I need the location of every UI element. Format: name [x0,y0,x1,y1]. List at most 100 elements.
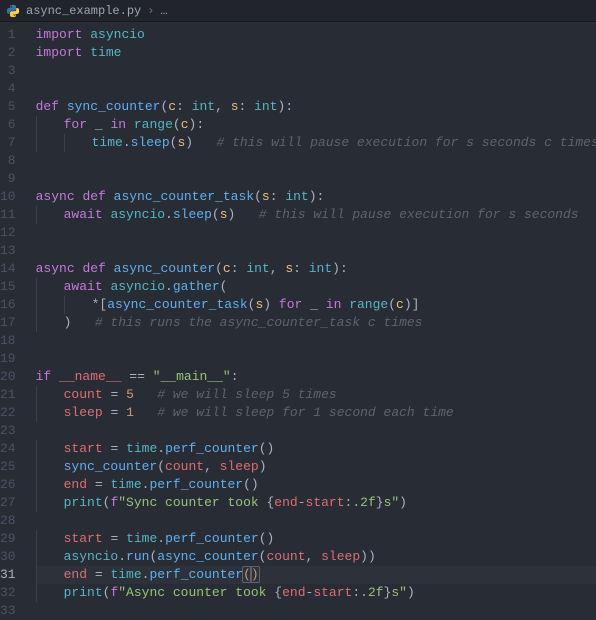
code-line[interactable]: await asyncio.sleep(s) # this will pause… [36,206,596,224]
code-line[interactable] [36,224,596,242]
token-re: __name__ [59,369,121,384]
code-line[interactable] [36,242,596,260]
code-line[interactable] [36,422,596,440]
token-op: . [123,135,131,150]
line-number: 7 [0,134,16,152]
breadcrumb[interactable]: async_example.py › … [0,0,596,22]
code-line[interactable]: count = 5 # we will sleep 5 times [36,386,596,404]
token-bt: print [64,495,103,510]
token-re: count [266,549,305,564]
code-line[interactable]: start = time.perf_counter() [36,440,596,458]
line-number: 14 [0,260,16,278]
code-line[interactable]: *[async_counter_task(s) for _ in range(c… [36,296,596,314]
token-py: 5 [126,387,134,402]
line-number: 21 [0,386,16,404]
code-line[interactable]: await asyncio.gather( [36,278,596,296]
token-op: : [293,261,309,276]
token-kw: def [36,99,59,114]
code-area[interactable]: import asyncioimport time def sync_counte… [26,22,596,614]
token-op: . [165,207,173,222]
token-op: = [95,477,103,492]
indent-guide [36,458,64,476]
token-wt [87,567,95,582]
token-op: ) [185,135,193,150]
token-fn: sleep [173,207,212,222]
token-kw: for [279,297,302,312]
code-line[interactable] [36,602,596,620]
token-op: } [376,495,384,510]
line-number: 17 [0,314,16,332]
code-line[interactable]: end = time.perf_counter() [36,476,596,494]
code-line[interactable]: sync_counter(count, sleep) [36,458,596,476]
line-number: 20 [0,368,16,386]
token-kw: async [36,189,75,204]
code-line[interactable]: if __name__ == "__main__": [36,368,596,386]
token-re: sleep [321,549,360,564]
token-op: ) [368,549,376,564]
chevron-right-icon: › [147,2,154,20]
code-line[interactable]: import time [36,44,596,62]
line-number: 29 [0,530,16,548]
token-wt [118,531,126,546]
token-re: end [64,567,87,582]
token-wt [302,297,310,312]
token-bt: asyncio [90,27,145,42]
code-line[interactable]: import asyncio [36,26,596,44]
code-line[interactable] [36,170,596,188]
code-line[interactable]: async def async_counter(c: int, s: int): [36,260,596,278]
token-op: : [239,99,255,114]
code-line[interactable]: asyncio.run(async_counter(count, sleep)) [36,548,596,566]
code-line[interactable]: async def async_counter_task(s: int): [36,188,596,206]
line-number: 8 [0,152,16,170]
code-line[interactable] [36,80,596,98]
token-op: ( [212,207,220,222]
indent-guide [36,584,64,602]
indent-guide [64,296,92,314]
indent-guide [64,134,92,152]
token-bt: time [90,45,121,60]
token-op: ) [267,441,275,456]
code-line[interactable]: start = time.perf_counter() [36,530,596,548]
code-line[interactable]: print(f"Sync counter took {end-start:.2f… [36,494,596,512]
token-wt [118,405,126,420]
code-line[interactable] [36,152,596,170]
token-op: . [157,531,165,546]
code-line[interactable]: sleep = 1 # we will sleep for 1 second e… [36,404,596,422]
token-cm: # we will sleep for 1 second each time [157,405,453,420]
token-bt: asyncio [64,549,119,564]
code-line[interactable]: def sync_counter(c: int, s: int): [36,98,596,116]
code-line[interactable]: time.sleep(s) # this will pause executio… [36,134,596,152]
token-op: ( [215,261,223,276]
token-wt [318,297,326,312]
token-fn: perf_counter [165,441,259,456]
token-op: ) [399,495,407,510]
editor[interactable]: 1234567891011121314151617181920212223242… [0,22,596,614]
token-fn: sync_counter [64,459,158,474]
code-line[interactable]: for _ in range(c): [36,116,596,134]
line-number: 28 [0,512,16,530]
breadcrumb-filename[interactable]: async_example.py [26,2,141,20]
code-line[interactable] [36,332,596,350]
code-line[interactable]: end = time.perf_counter() [36,566,596,584]
token-op: , [306,549,322,564]
token-wt [134,405,157,420]
code-line[interactable]: ) # this runs the async_counter_task c t… [36,314,596,332]
code-line[interactable] [36,62,596,80]
token-pr: c [396,297,404,312]
code-line[interactable] [36,512,596,530]
token-st: "Async counter took [118,585,274,600]
token-wt: _ [95,117,103,132]
token-wt [235,207,258,222]
token-bt: time [110,567,141,582]
token-op: ( [243,477,251,492]
token-op: - [298,495,306,510]
code-line[interactable]: print(f"Async counter took {end-start:.2… [36,584,596,602]
token-wt [271,297,279,312]
token-op: : [352,585,360,600]
code-line[interactable] [36,350,596,368]
breadcrumb-trail[interactable]: … [160,2,167,20]
line-number: 9 [0,170,16,188]
token-re: end [282,585,305,600]
token-st: .2f [352,495,375,510]
token-op: , [215,99,231,114]
